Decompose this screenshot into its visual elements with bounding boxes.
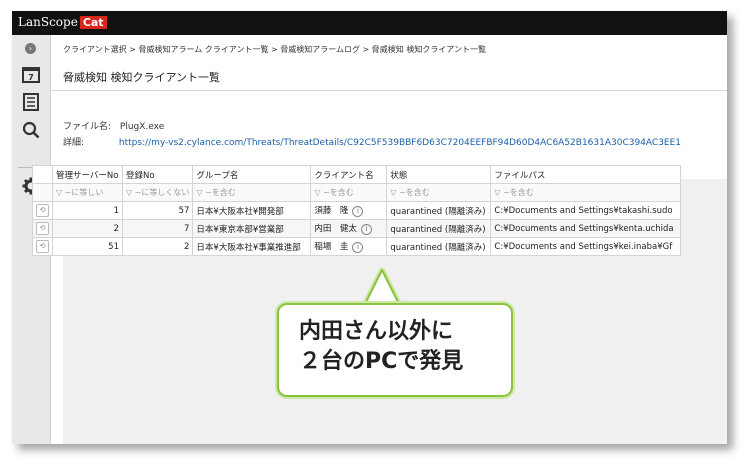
filter-path[interactable]: ▽ ~を含む bbox=[490, 183, 682, 202]
column-status[interactable]: 状態 bbox=[386, 165, 492, 184]
column-reg-no[interactable]: 登録No bbox=[121, 165, 194, 184]
column-path[interactable]: ファイルパス bbox=[490, 165, 682, 184]
table-row[interactable]: ⟲ 1 57 日本¥大阪本社¥開発部 須藤 隆i quarantined (隔離… bbox=[32, 201, 682, 220]
cell-reg-no: 57 bbox=[121, 201, 194, 220]
cell-client: 稲場 圭i bbox=[310, 237, 388, 256]
cell-status: quarantined (隔離済み) bbox=[386, 237, 492, 256]
cell-group: 日本¥大阪本社¥事業推進部 bbox=[192, 237, 312, 256]
history-icon[interactable]: ⟲ bbox=[36, 222, 49, 235]
history-icon[interactable]: ⟲ bbox=[36, 204, 49, 217]
callout-line-1: 内田さん以外に bbox=[299, 319, 454, 344]
client-table: 管理サーバーNo 登録No グループ名 クライアント名 状態 ファイルパス ▽ … bbox=[32, 165, 682, 256]
title-divider bbox=[51, 90, 727, 91]
app-logo: LanScope Cat bbox=[18, 15, 107, 29]
filter-reg-no[interactable]: ▽ ~に等しくない bbox=[121, 183, 194, 202]
details-info: 詳細: https://my-vs2.cylance.com/Threats/T… bbox=[63, 135, 681, 148]
filter-group[interactable]: ▽ ~を含む bbox=[192, 183, 312, 202]
cell-server-no: 51 bbox=[52, 237, 123, 256]
table-row[interactable]: ⟲ 51 2 日本¥大阪本社¥事業推進部 稲場 圭i quarantined (… bbox=[32, 237, 682, 256]
callout-box: 内田さん以外に ２台のPCで発見 bbox=[277, 303, 513, 397]
info-icon[interactable]: i bbox=[360, 224, 372, 235]
filter-status[interactable]: ▽ ~を含む bbox=[386, 183, 492, 202]
logo-badge: Cat bbox=[79, 16, 107, 29]
history-icon[interactable]: ⟲ bbox=[36, 240, 49, 253]
cell-path: C:¥Documents and Settings¥takashi.sudo bbox=[490, 201, 682, 220]
cell-group: 日本¥大阪本社¥開発部 bbox=[192, 201, 312, 220]
file-info: ファイル名: PlugX.exe bbox=[63, 119, 164, 132]
top-bar: LanScope Cat bbox=[12, 11, 727, 35]
cell-status: quarantined (隔離済み) bbox=[386, 201, 492, 220]
file-label: ファイル名: bbox=[63, 122, 112, 132]
cell-path: C:¥Documents and Settings¥kei.inaba¥Gf bbox=[490, 237, 682, 256]
info-icon[interactable]: i bbox=[352, 206, 364, 217]
cell-group: 日本¥東京本部¥営業部 bbox=[192, 219, 312, 238]
document-icon[interactable] bbox=[21, 93, 41, 113]
table-row[interactable]: ⟲ 2 7 日本¥東京本部¥営業部 内田 健太 i quarantined (隔離… bbox=[32, 219, 682, 238]
cell-reg-no: 7 bbox=[121, 219, 194, 238]
info-icon[interactable]: i bbox=[352, 242, 364, 253]
column-server-no[interactable]: 管理サーバーNo bbox=[52, 165, 123, 184]
cell-client: 須藤 隆i bbox=[310, 201, 388, 220]
svg-text:7: 7 bbox=[28, 73, 34, 82]
cell-status: quarantined (隔離済み) bbox=[386, 219, 492, 238]
cell-path: C:¥Documents and Settings¥kenta.uchida bbox=[490, 219, 682, 238]
chevron-right-icon[interactable]: › bbox=[25, 43, 36, 54]
column-group[interactable]: グループ名 bbox=[192, 165, 312, 184]
details-label: 詳細: bbox=[63, 138, 85, 148]
column-history bbox=[32, 165, 53, 184]
cell-server-no: 2 bbox=[52, 219, 123, 238]
cell-server-no: 1 bbox=[52, 201, 123, 220]
table-header: 管理サーバーNo 登録No グループ名 クライアント名 状態 ファイルパス bbox=[32, 165, 682, 184]
search-icon[interactable] bbox=[21, 121, 41, 141]
column-client[interactable]: クライアント名 bbox=[310, 165, 388, 184]
details-link[interactable]: https://my-vs2.cylance.com/Threats/Threa… bbox=[119, 138, 681, 148]
cell-reg-no: 2 bbox=[121, 237, 194, 256]
callout-line-2: ２台のPCで発見 bbox=[299, 349, 464, 374]
filter-row: ▽ ~に等しい ▽ ~に等しくない ▽ ~を含む ▽ ~を含む ▽ ~を含む ▽… bbox=[32, 183, 682, 202]
page-title: 脅威検知 検知クライアント一覧 bbox=[63, 71, 221, 84]
callout-pointer bbox=[362, 268, 403, 308]
callout-text: 内田さん以外に ２台のPCで発見 bbox=[299, 317, 463, 377]
filter-client[interactable]: ▽ ~を含む bbox=[310, 183, 388, 202]
breadcrumb[interactable]: クライアント選択 > 脅威検知アラーム クライアント一覧 > 脅威検知アラームロ… bbox=[63, 44, 486, 55]
calendar-icon[interactable]: 7 bbox=[21, 65, 41, 85]
file-name: PlugX.exe bbox=[119, 122, 165, 132]
cell-client: 内田 健太 i bbox=[310, 219, 388, 238]
filter-server-no[interactable]: ▽ ~に等しい bbox=[52, 183, 123, 202]
